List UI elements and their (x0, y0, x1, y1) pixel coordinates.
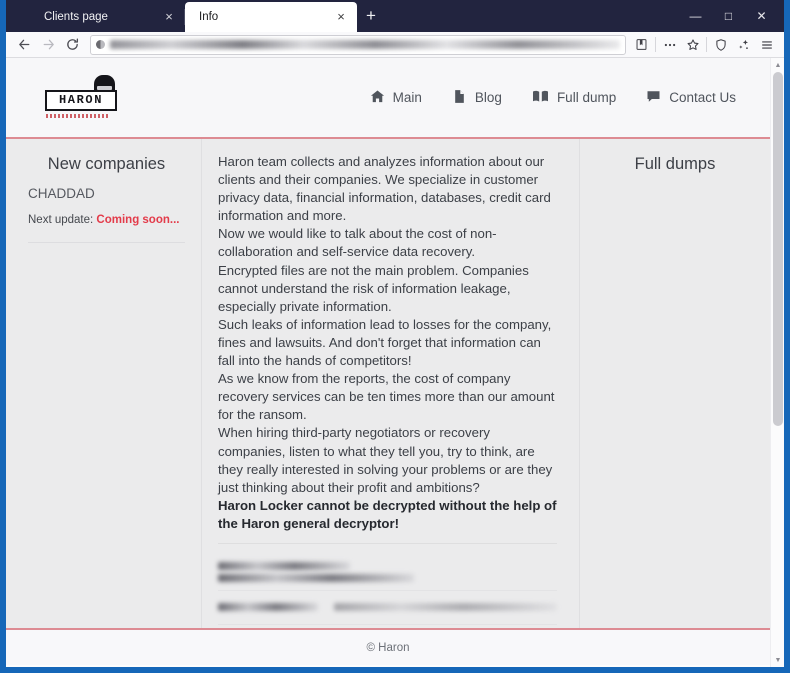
paragraph: Haron team collects and analyzes informa… (218, 154, 551, 224)
site-logo[interactable]: HARON (45, 74, 123, 121)
navigation-toolbar (6, 32, 784, 58)
redacted-text (334, 603, 557, 612)
toolbar-divider-2 (706, 37, 707, 52)
redacted-listing-table (218, 555, 557, 628)
nav-item-blog[interactable]: Blog (452, 89, 502, 107)
paragraph: Such leaks of information lead to losses… (218, 316, 552, 369)
paragraph: When hiring third-party negotiators or r… (218, 425, 553, 495)
nav-item-contact-us[interactable]: Contact Us (646, 89, 736, 107)
shield-icon[interactable] (709, 34, 732, 56)
next-update-row: Next update: Coming soon... (28, 214, 185, 226)
nav-item-label: Blog (474, 90, 502, 105)
scroll-down-arrow[interactable]: ▼ (771, 653, 784, 667)
redacted-text (218, 574, 414, 583)
scroll-up-arrow[interactable]: ▲ (771, 58, 784, 72)
table-row (218, 555, 557, 591)
maximize-button[interactable]: □ (712, 0, 745, 32)
tab-strip-padding (6, 0, 30, 32)
site-navigation: Main Blog Full dump Contact Us (370, 89, 736, 107)
page-scrollbar[interactable]: ▲ ▼ (770, 58, 784, 667)
right-column-title: Full dumps (634, 155, 716, 173)
tab-title: Clients page (44, 11, 108, 23)
reader-view-icon[interactable] (630, 34, 653, 56)
close-window-button[interactable]: ✕ (745, 0, 778, 32)
table-row (218, 591, 557, 625)
nav-item-label: Main (392, 90, 422, 105)
comment-icon (646, 89, 661, 107)
site-header: HARON Main Blog Full dump Contact Us (6, 58, 770, 139)
right-column-full-dumps: Full dumps (580, 139, 770, 628)
nav-item-main[interactable]: Main (370, 89, 422, 107)
next-update-label: Next update: (28, 214, 94, 226)
page-viewport: risk.com HARON Main (6, 58, 784, 667)
close-icon[interactable]: × (333, 9, 349, 25)
file-icon (452, 89, 467, 107)
forward-arrow-icon[interactable] (36, 34, 60, 56)
hamburger-menu-icon[interactable] (755, 34, 778, 56)
browser-window: Clients page × Info × + — □ ✕ HARON Main… (0, 0, 790, 673)
new-tab-button[interactable]: + (357, 2, 385, 32)
minimize-button[interactable]: — (679, 0, 712, 32)
book-icon (532, 89, 549, 107)
nav-item-full-dump[interactable]: Full dump (532, 89, 616, 107)
redacted-text (218, 603, 319, 612)
ellipsis-icon[interactable] (658, 34, 681, 56)
site-footer: © Haron (6, 628, 770, 665)
divider (28, 242, 185, 243)
scrollbar-thumb[interactable] (773, 72, 783, 426)
window-controls: — □ ✕ (679, 0, 778, 32)
tab-info[interactable]: Info × (185, 2, 357, 32)
tab-title: Info (199, 11, 219, 23)
nav-item-label: Full dump (556, 90, 617, 105)
toolbar-right-group (630, 34, 778, 56)
tab-strip: Clients page × Info × + — □ ✕ (6, 0, 784, 32)
redacted-text (218, 562, 350, 571)
home-icon (370, 89, 385, 107)
logo-text: HARON (58, 93, 103, 107)
back-arrow-icon[interactable] (12, 34, 36, 56)
logo-box: HARON (45, 89, 117, 111)
main-column-content: Haron team collects and analyzes informa… (202, 139, 580, 628)
company-list-item[interactable]: CHADDAD (28, 186, 185, 201)
closing-statement: Haron Locker cannot be decrypted without… (218, 497, 557, 531)
next-update-value: Coming soon... (96, 214, 180, 226)
site-info-icon[interactable] (96, 40, 105, 49)
logo-subtext-redacted (46, 113, 108, 118)
url-bar[interactable] (90, 34, 626, 55)
site-body: New companies CHADDAD Next update: Comin… (6, 139, 770, 628)
divider (218, 542, 557, 544)
paragraph: Now we would like to talk about the cost… (218, 226, 497, 260)
left-column-title: New companies (47, 155, 166, 173)
tab-clients-page[interactable]: Clients page × (30, 2, 185, 32)
nav-item-label: Contact Us (669, 90, 736, 105)
paragraph: Encrypted files are not the main problem… (218, 262, 529, 314)
toolbar-divider (655, 37, 656, 52)
reload-icon[interactable] (60, 34, 84, 56)
left-column-new-companies: New companies CHADDAD Next update: Comin… (6, 139, 202, 628)
copyright-text: © Haron (366, 641, 410, 654)
close-icon[interactable]: × (161, 9, 177, 25)
web-page-content: risk.com HARON Main (6, 58, 770, 667)
url-text-redacted (110, 40, 620, 49)
paragraph: As we know from the reports, the cost of… (218, 371, 555, 423)
star-icon[interactable] (681, 34, 704, 56)
sparkle-icon[interactable] (732, 34, 755, 56)
